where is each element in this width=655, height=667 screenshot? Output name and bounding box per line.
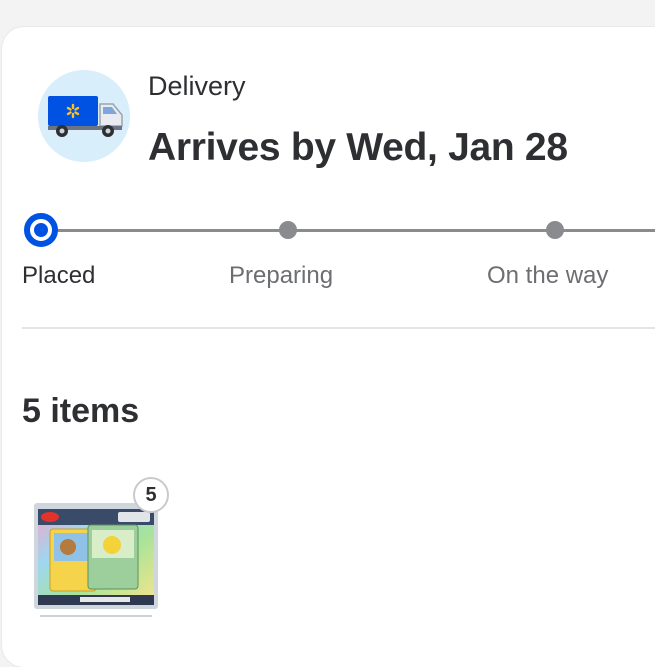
- delivery-truck-icon: [38, 70, 130, 162]
- step-on-the-way-label: On the way: [487, 262, 609, 289]
- step-preparing-indicator: [279, 221, 297, 239]
- delivery-label: Delivery: [148, 71, 246, 101]
- step-on-the-way-indicator: [546, 221, 564, 239]
- product-thumbnail[interactable]: [30, 495, 162, 627]
- step-placed-indicator: [24, 213, 58, 247]
- step-preparing-label: Preparing: [229, 262, 334, 289]
- divider: [22, 327, 655, 329]
- quantity-badge: 5: [133, 477, 169, 513]
- arrival-date: Arrives by Wed, Jan 28: [148, 126, 568, 169]
- step-placed-label: Placed: [22, 262, 96, 289]
- items-count: 5 items: [22, 392, 140, 430]
